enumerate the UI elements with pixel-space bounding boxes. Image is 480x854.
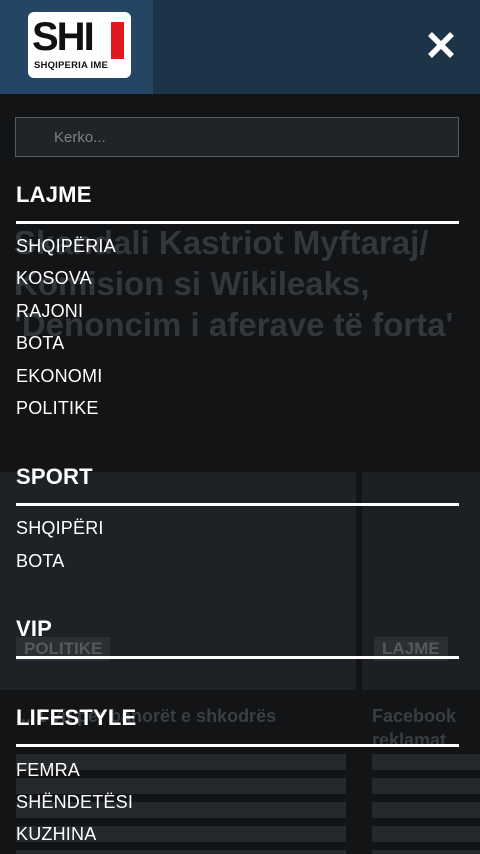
menu-section-lifestyle[interactable]: LIFESTYLE (16, 705, 136, 731)
menu-section-sport[interactable]: SPORT (16, 464, 93, 490)
menu-item-sport-bota[interactable]: BOTA (16, 551, 64, 572)
menu-item-ekonomi[interactable]: EKONOMI (16, 366, 102, 387)
close-menu-button[interactable] (422, 26, 460, 64)
menu-item-femra[interactable]: FEMRA (16, 760, 80, 781)
menu-item-politike[interactable]: POLITIKE (16, 398, 99, 419)
menu-item-kuzhina[interactable]: KUZHINA (16, 824, 96, 845)
menu-item-sport-shqiperi[interactable]: SHQIPËRI (16, 518, 104, 539)
section-divider (16, 221, 459, 224)
logo-text: SHI (32, 15, 95, 59)
menu-item-bota[interactable]: BOTA (16, 333, 64, 354)
close-icon (428, 32, 454, 58)
menu-item-kosova[interactable]: KOSOVA (16, 268, 92, 289)
section-divider (16, 744, 459, 747)
menu-section-lajme[interactable]: LAJME (16, 182, 92, 208)
site-logo[interactable]: SHI SHQIPERIA IME (28, 12, 131, 78)
logo-subtitle: SHQIPERIA IME (34, 60, 109, 71)
menu-section-vip[interactable]: VIP (16, 616, 52, 642)
logo-area[interactable]: SHI SHQIPERIA IME (0, 0, 153, 94)
menu-item-rajoni[interactable]: RAJONI (16, 301, 83, 322)
menu-item-shendetesi[interactable]: SHËNDETËSI (16, 792, 133, 813)
section-divider (16, 503, 459, 506)
background-card-text (372, 754, 480, 854)
section-divider (16, 656, 459, 659)
top-header: SHI SHQIPERIA IME (0, 0, 480, 94)
logo-accent-bar (111, 22, 124, 59)
menu-item-shqiperia[interactable]: SHQIPËRIA (16, 236, 116, 257)
search-input[interactable] (15, 117, 459, 157)
